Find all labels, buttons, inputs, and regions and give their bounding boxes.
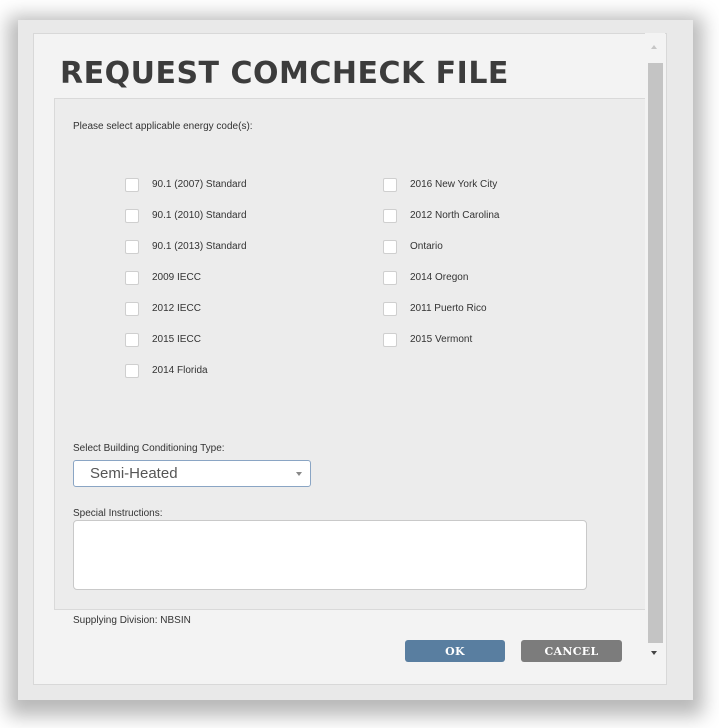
energy-code-label: 2015 IECC (152, 334, 201, 345)
energy-code-checkbox[interactable] (125, 239, 139, 254)
energy-code-checkbox[interactable] (125, 270, 139, 285)
energy-code-label: 2015 Vermont (410, 334, 473, 345)
chevron-down-icon[interactable] (296, 472, 302, 476)
cancel-button[interactable]: CANCEL (521, 640, 622, 662)
energy-code-option[interactable]: 2012 North Carolina (383, 200, 500, 231)
ok-button[interactable]: OK (405, 640, 505, 662)
energy-code-checkbox[interactable] (383, 239, 397, 254)
energy-code-checkbox[interactable] (125, 208, 139, 223)
energy-code-option[interactable]: 2015 Vermont (383, 324, 500, 355)
energy-code-label: Ontario (410, 241, 443, 252)
conditioning-type-value: Semi-Heated (90, 465, 178, 482)
energy-code-option[interactable]: 2012 IECC (125, 293, 247, 324)
dialog-title: REQUEST COMCHECK FILE (60, 56, 509, 91)
energy-code-option[interactable]: 2009 IECC (125, 262, 247, 293)
energy-code-label: 90.1 (2013) Standard (152, 241, 247, 252)
energy-code-label: 2009 IECC (152, 272, 201, 283)
energy-code-option[interactable]: 2011 Puerto Rico (383, 293, 500, 324)
energy-code-label: 2011 Puerto Rico (410, 303, 487, 314)
energy-code-checkbox[interactable] (383, 177, 397, 192)
energy-code-prompt: Please select applicable energy code(s): (73, 121, 253, 132)
energy-code-checkbox[interactable] (383, 270, 397, 285)
energy-code-label: 90.1 (2010) Standard (152, 210, 247, 221)
energy-code-label: 90.1 (2007) Standard (152, 179, 247, 190)
energy-code-option[interactable]: 2014 Oregon (383, 262, 500, 293)
energy-code-checkbox[interactable] (125, 332, 139, 347)
energy-code-list-right: 2016 New York City 2012 North Carolina O… (383, 169, 500, 355)
energy-code-option[interactable]: 90.1 (2013) Standard (125, 231, 247, 262)
vertical-scrollbar[interactable] (645, 33, 665, 660)
special-instructions-label: Special Instructions: (73, 508, 163, 519)
energy-code-checkbox[interactable] (125, 363, 139, 378)
energy-code-list-left: 90.1 (2007) Standard 90.1 (2010) Standar… (125, 169, 247, 386)
energy-code-checkbox[interactable] (125, 177, 139, 192)
energy-code-option[interactable]: 2016 New York City (383, 169, 500, 200)
energy-code-option[interactable]: 2014 Florida (125, 355, 247, 386)
special-instructions-input[interactable] (73, 520, 587, 590)
scroll-down-icon[interactable] (651, 651, 657, 655)
energy-code-checkbox[interactable] (383, 332, 397, 347)
conditioning-type-select[interactable]: Semi-Heated (73, 460, 311, 487)
scroll-thumb[interactable] (648, 63, 663, 643)
energy-code-checkbox[interactable] (383, 301, 397, 316)
request-comcheck-dialog: REQUEST COMCHECK FILE Please select appl… (33, 33, 667, 685)
energy-code-label: 2016 New York City (410, 179, 498, 190)
conditioning-type-label: Select Building Conditioning Type: (73, 443, 225, 454)
energy-code-label: 2014 Oregon (410, 272, 469, 283)
scroll-up-icon[interactable] (651, 45, 657, 49)
energy-code-label: 2012 North Carolina (410, 210, 500, 221)
form-panel: Please select applicable energy code(s):… (54, 98, 658, 626)
energy-code-checkbox[interactable] (125, 301, 139, 316)
energy-code-label: 2012 IECC (152, 303, 201, 314)
energy-code-option[interactable]: 90.1 (2010) Standard (125, 200, 247, 231)
energy-code-option[interactable]: 90.1 (2007) Standard (125, 169, 247, 200)
energy-code-label: 2014 Florida (152, 365, 208, 376)
energy-code-checkbox[interactable] (383, 208, 397, 223)
supplying-division: Supplying Division: NBSIN (73, 615, 191, 626)
energy-code-option[interactable]: 2015 IECC (125, 324, 247, 355)
energy-code-option[interactable]: Ontario (383, 231, 500, 262)
